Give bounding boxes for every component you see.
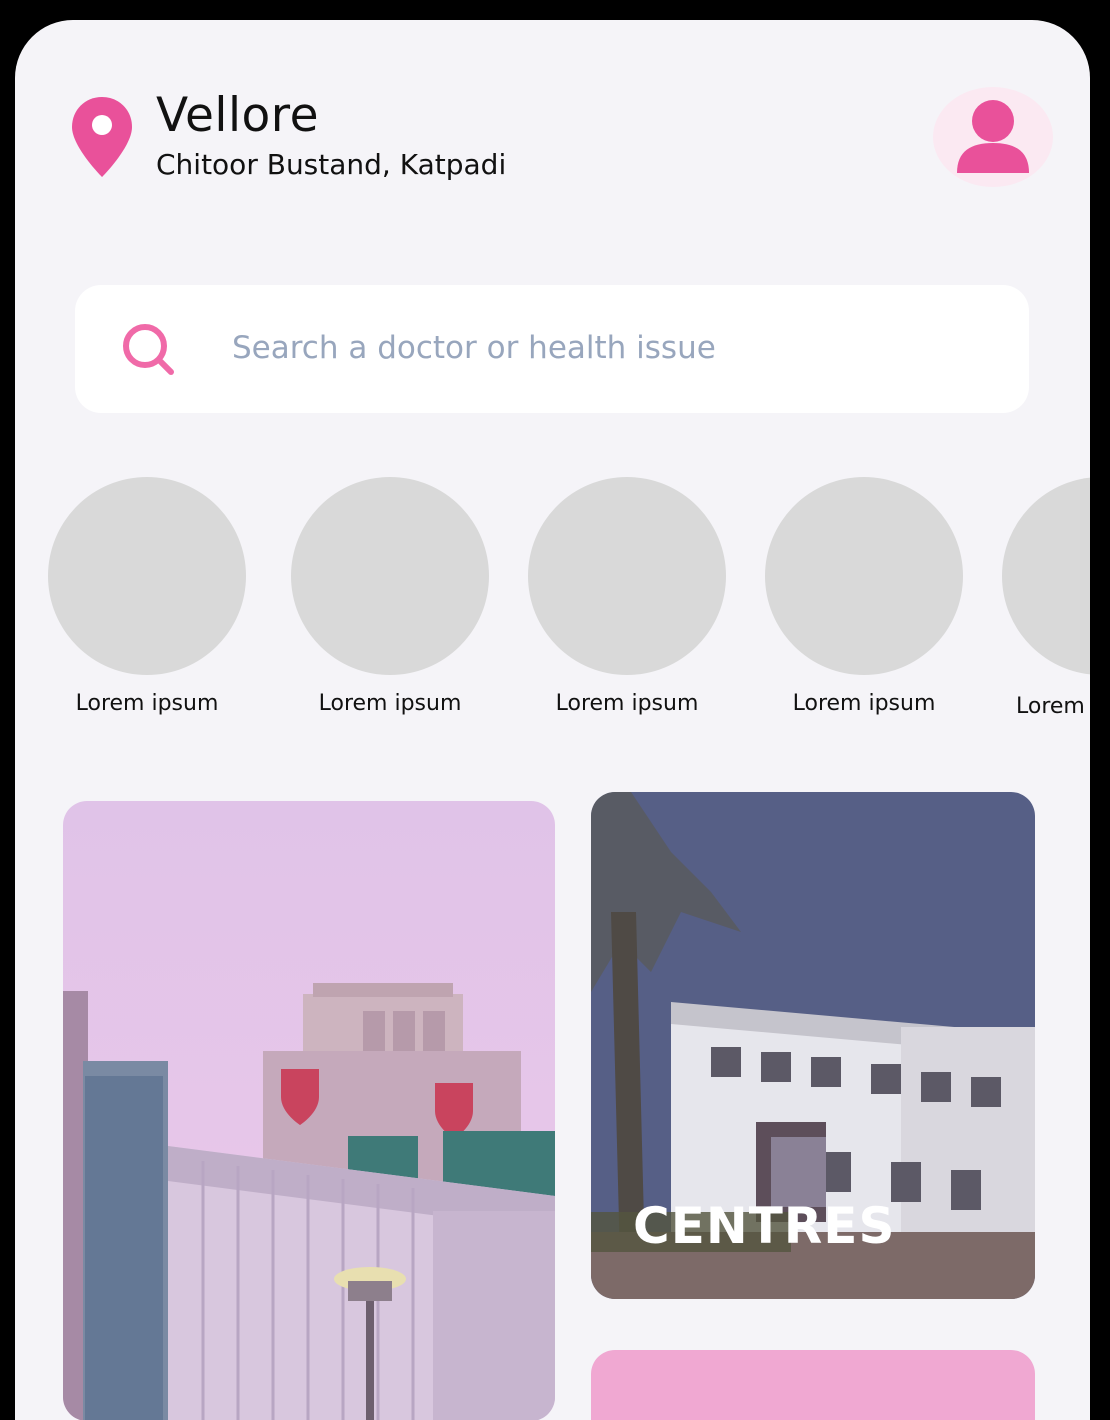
category-label: Lorem ipsum [792,691,936,716]
search-input[interactable] [230,317,934,379]
category-image [48,477,246,675]
hospitals-card[interactable] [63,801,555,1420]
category-label: Lorem ipsum [75,691,219,716]
category-label: Lorem ipsum [1016,694,1090,719]
hospital-building-image [63,801,555,1420]
category-item[interactable]: Lorem ipsum [291,477,489,716]
category-item[interactable]: Lorem ipsum [528,477,726,716]
profile-button[interactable] [933,87,1053,187]
category-item[interactable]: Lorem ipsum [48,477,246,716]
category-image [291,477,489,675]
city-name[interactable]: Vellore [156,88,319,143]
search-bar[interactable] [75,285,1029,413]
category-image [1002,477,1090,675]
category-item[interactable]: Lorem ipsum [1002,477,1090,719]
centres-card[interactable]: CENTRES [591,792,1035,1299]
category-label: Lorem ipsum [555,691,699,716]
location-pin-icon[interactable] [70,95,134,179]
category-image [528,477,726,675]
area-name[interactable]: Chitoor Bustand, Katpadi [156,148,506,181]
category-image [765,477,963,675]
centres-label: CENTRES [633,1197,896,1255]
user-icon [957,100,1029,173]
category-item[interactable]: Lorem ipsum [765,477,963,716]
search-icon [123,324,174,375]
app-screen: Vellore Chitoor Bustand, Katpadi Lorem i… [15,20,1090,1420]
category-label: Lorem ipsum [318,691,462,716]
promo-card[interactable] [591,1350,1035,1420]
